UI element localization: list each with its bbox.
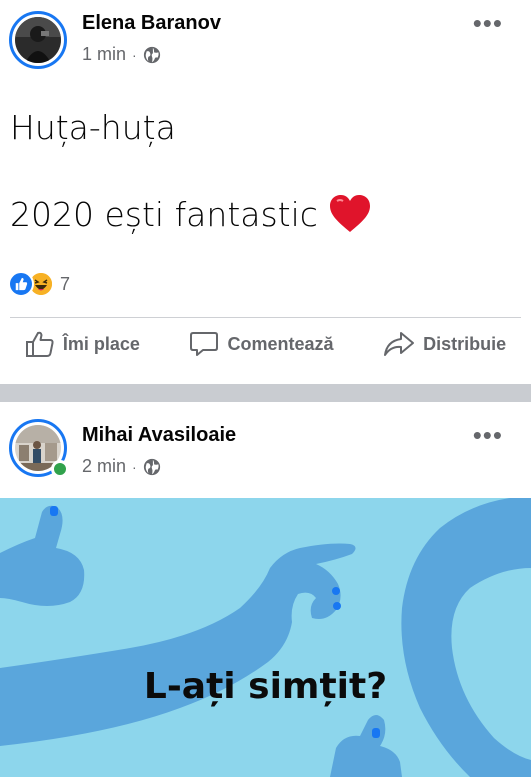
post-mihai: Mihai Avasiloaie 2 min · ••• L-ați simți… — [0, 402, 531, 777]
more-options-icon[interactable]: ••• — [473, 10, 503, 36]
post-time[interactable]: 2 min — [82, 456, 126, 477]
actions-divider — [10, 317, 521, 318]
reaction-count[interactable]: 7 — [60, 274, 70, 295]
comment-icon — [190, 332, 219, 356]
avatar[interactable] — [9, 11, 67, 69]
share-button[interactable]: Distribuie — [383, 330, 506, 358]
image-caption: L-ați simțit? — [143, 666, 388, 707]
post-actions: Îmi place Comentează Distribuie — [0, 330, 531, 358]
like-button-label: Îmi place — [62, 333, 140, 354]
author-name[interactable]: Elena Baranov — [82, 12, 221, 35]
post-text-line2: 2020 ești fantastic — [10, 194, 372, 234]
like-button[interactable]: Îmi place — [25, 330, 140, 358]
comment-button-label: Comentează — [227, 333, 334, 354]
meta-separator: · — [132, 46, 137, 63]
share-button-label: Distribuie — [423, 333, 507, 354]
post-text-line2-text: 2020 ești fantastic — [10, 194, 318, 234]
post-image[interactable]: L-ați simțit? — [0, 498, 531, 777]
globe-icon[interactable] — [143, 458, 161, 476]
heart-emoji-icon — [329, 195, 370, 232]
post-elena: Elena Baranov 1 min · ••• Huța-huța 2020… — [0, 0, 531, 384]
post-time[interactable]: 1 min — [82, 44, 126, 65]
post-text-line1: Huța-huța — [10, 108, 176, 147]
share-icon — [384, 332, 415, 356]
meta-separator: · — [132, 458, 137, 475]
comment-button[interactable]: Comentează — [189, 330, 334, 358]
hands-illustration — [0, 498, 531, 777]
like-reaction-icon — [8, 271, 34, 297]
feed-separator — [0, 384, 531, 402]
author-name[interactable]: Mihai Avasiloaie — [82, 424, 236, 447]
thumbs-up-icon — [25, 331, 54, 357]
reactions-summary[interactable]: 7 — [8, 271, 70, 297]
globe-icon[interactable] — [143, 46, 161, 64]
avatar-photo — [15, 17, 61, 63]
more-options-icon[interactable]: ••• — [473, 422, 503, 448]
post-meta: 1 min · — [82, 44, 161, 65]
post-meta: 2 min · — [82, 456, 161, 477]
online-status-dot — [51, 460, 69, 478]
